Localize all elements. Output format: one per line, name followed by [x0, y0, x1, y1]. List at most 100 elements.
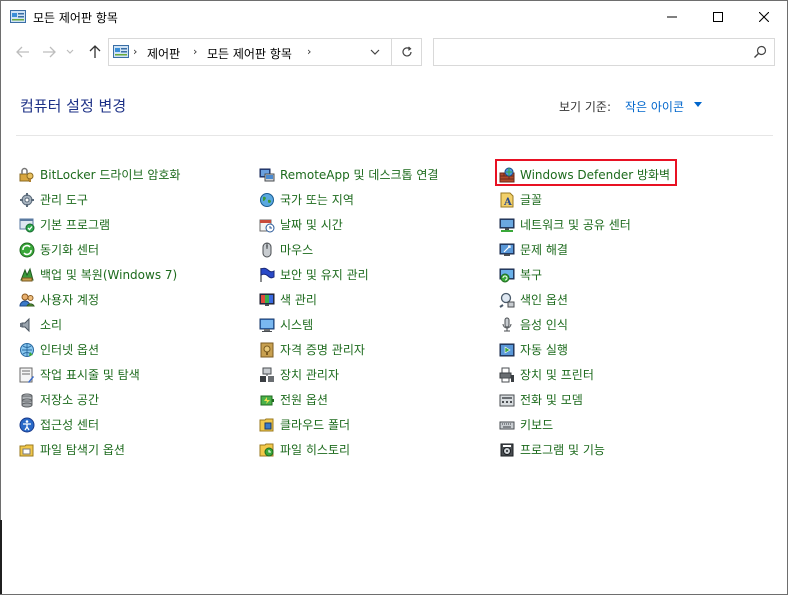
item-user-accounts[interactable]: 사용자 계정: [19, 287, 180, 312]
item-work-folders[interactable]: 클라우드 폴더: [259, 412, 438, 437]
item-label: 장치 관리자: [280, 368, 340, 382]
item-color-management[interactable]: 색 관리: [259, 287, 438, 312]
date-time-icon: [259, 219, 275, 232]
internet-options-icon: [20, 342, 34, 357]
refresh-button[interactable]: [391, 39, 421, 65]
item-label: 접근성 센터: [40, 418, 100, 432]
minimize-button[interactable]: [649, 1, 695, 33]
item-date-time[interactable]: 날짜 및 시간: [259, 212, 438, 237]
default-programs-icon: [19, 218, 35, 232]
background-edge: [0, 520, 2, 594]
file-explorer-options-icon: [19, 444, 34, 456]
search-icon[interactable]: [753, 45, 767, 59]
item-credential-manager[interactable]: 자격 증명 관리자: [259, 337, 438, 362]
ease-of-access-icon: [19, 417, 35, 432]
item-devices-printers[interactable]: 장치 및 프린터: [499, 362, 670, 387]
item-label: 백업 및 복원(Windows 7): [40, 268, 178, 282]
address-dropdown-button[interactable]: [363, 39, 387, 65]
item-troubleshooting[interactable]: 문제 해결: [499, 237, 670, 262]
user-accounts-icon: [19, 293, 35, 306]
view-by-dropdown[interactable]: 작은 아이콘: [625, 98, 684, 115]
item-sound[interactable]: 소리: [19, 312, 180, 337]
item-label: 저장소 공간: [40, 393, 100, 407]
item-file-history[interactable]: 파일 히스토리: [259, 437, 438, 462]
item-backup-restore[interactable]: 백업 및 복원(Windows 7): [19, 262, 180, 287]
close-icon: [759, 12, 769, 22]
system-icon: [259, 318, 275, 332]
item-label: 자격 증명 관리자: [280, 343, 365, 357]
item-label: 글꼴: [520, 193, 543, 207]
items-column-1: BitLocker 드라이브 암호화 관리 도구 기본 프로그램 동기화 센터 …: [19, 162, 180, 462]
bitlocker-icon: [19, 167, 34, 182]
item-fonts[interactable]: A 글꼴: [499, 187, 670, 212]
item-label: 복구: [520, 268, 543, 282]
item-label: 보안 및 유지 관리: [280, 268, 369, 282]
address-bar[interactable]: › 제어판 › 모든 제어판 항목 ›: [108, 38, 422, 66]
item-device-manager[interactable]: 장치 관리자: [259, 362, 438, 387]
chevron-right-icon[interactable]: ›: [133, 45, 137, 58]
title-bar[interactable]: 모든 제어판 항목: [1, 1, 787, 33]
work-folders-icon: [259, 418, 274, 431]
item-network-sharing[interactable]: 네트워크 및 공유 센터: [499, 212, 670, 237]
item-label: 장치 및 프린터: [520, 368, 594, 382]
item-power-options[interactable]: 전원 옵션: [259, 387, 438, 412]
color-management-icon: [259, 293, 275, 306]
item-label: 문제 해결: [520, 243, 568, 257]
item-label: 파일 탐색기 옵션: [40, 443, 125, 457]
item-label: 작업 표시줄 및 탐색: [40, 368, 140, 382]
item-label: 국가 또는 지역: [280, 193, 354, 207]
item-mouse[interactable]: 마우스: [259, 237, 438, 262]
item-storage-spaces[interactable]: 저장소 공간: [19, 387, 180, 412]
admin-tools-icon: [20, 192, 34, 207]
item-internet-options[interactable]: 인터넷 옵션: [19, 337, 180, 362]
arrow-left-icon: [16, 46, 29, 58]
taskbar-icon: [19, 367, 34, 383]
item-system[interactable]: 시스템: [259, 312, 438, 337]
item-remoteapp[interactable]: RemoteApp 및 데스크톱 연결: [259, 162, 438, 187]
control-panel-icon: [113, 45, 129, 58]
arrow-right-icon: [43, 46, 56, 58]
up-button[interactable]: [84, 41, 106, 63]
chevron-right-icon[interactable]: ›: [193, 45, 197, 58]
item-keyboard[interactable]: 키보드: [499, 412, 670, 437]
breadcrumb-all-items[interactable]: 모든 제어판 항목: [207, 45, 292, 62]
item-label: 파일 히스토리: [280, 443, 351, 457]
item-default-programs[interactable]: 기본 프로그램: [19, 212, 180, 237]
close-button[interactable]: [741, 1, 787, 33]
sound-icon: [20, 317, 30, 332]
breadcrumb-control-panel[interactable]: 제어판: [147, 45, 180, 62]
item-programs-features[interactable]: 프로그램 및 기능: [499, 437, 670, 462]
item-security-maintenance[interactable]: 보안 및 유지 관리: [259, 262, 438, 287]
maximize-button[interactable]: [695, 1, 741, 33]
item-phone-modem[interactable]: 전화 및 모뎀: [499, 387, 670, 412]
item-bitlocker[interactable]: BitLocker 드라이브 암호화: [19, 162, 180, 187]
item-admin-tools[interactable]: 관리 도구: [19, 187, 180, 212]
item-label: BitLocker 드라이브 암호화: [40, 168, 181, 182]
item-label: 키보드: [520, 418, 554, 432]
sync-center-icon: [19, 242, 35, 257]
autoplay-icon: [499, 343, 515, 356]
item-speech-recognition[interactable]: 음성 인식: [499, 312, 670, 337]
search-input[interactable]: [433, 38, 775, 66]
caret-down-icon[interactable]: [694, 102, 702, 108]
recent-locations-button[interactable]: [62, 41, 78, 63]
speech-recognition-icon: [502, 317, 512, 331]
item-taskbar[interactable]: 작업 표시줄 및 탐색: [19, 362, 180, 387]
item-recovery[interactable]: 복구: [499, 262, 670, 287]
security-maintenance-icon: [260, 267, 275, 282]
forward-button[interactable]: [38, 41, 60, 63]
arrow-up-icon: [89, 45, 101, 58]
mouse-icon: [262, 242, 272, 257]
item-sync-center[interactable]: 동기화 센터: [19, 237, 180, 262]
item-indexing-options[interactable]: 색인 옵션: [499, 287, 670, 312]
item-file-explorer-options[interactable]: 파일 탐색기 옵션: [19, 437, 180, 462]
page-title: 컴퓨터 설정 변경: [20, 97, 127, 115]
item-autoplay[interactable]: 자동 실행: [499, 337, 670, 362]
back-button[interactable]: [12, 41, 34, 63]
programs-features-icon: [500, 443, 514, 456]
region-icon: [260, 192, 274, 207]
refresh-icon: [401, 46, 412, 57]
chevron-right-icon[interactable]: ›: [307, 45, 311, 58]
item-region[interactable]: 국가 또는 지역: [259, 187, 438, 212]
item-ease-of-access[interactable]: 접근성 센터: [19, 412, 180, 437]
